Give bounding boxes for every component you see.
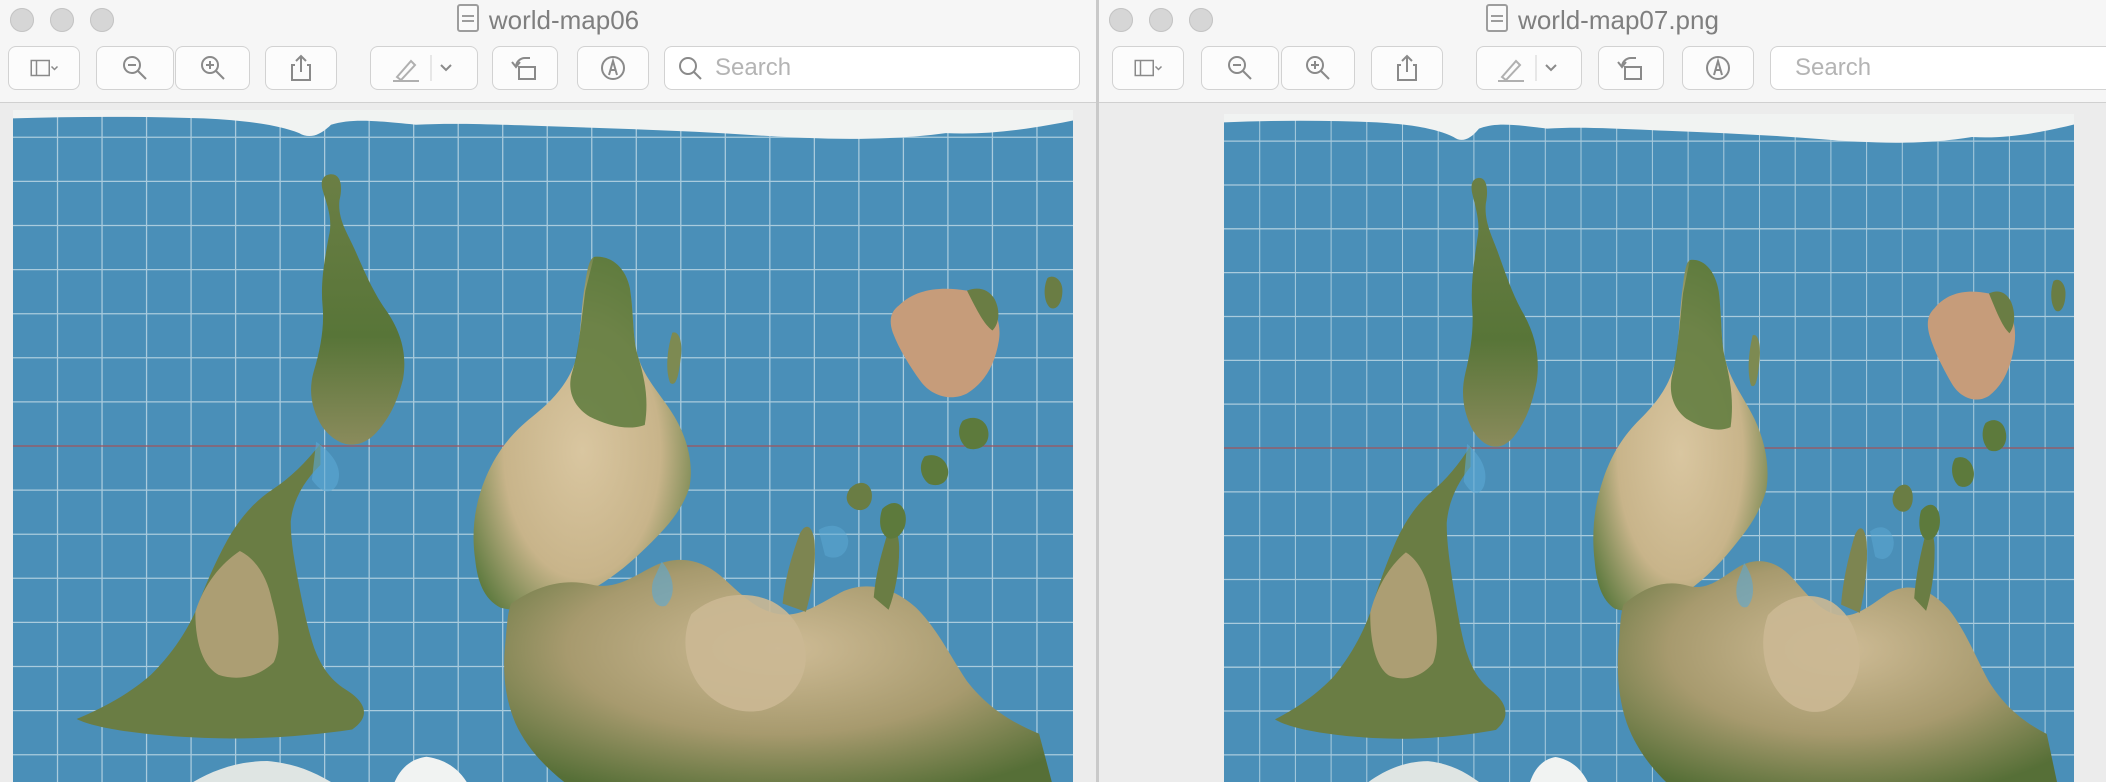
title-bar[interactable]: world-map06: [0, 0, 1096, 38]
zoom-out-icon: [123, 56, 147, 80]
zoom-out-button[interactable]: [96, 46, 174, 90]
zoom-in-icon: [200, 56, 225, 80]
search-input[interactable]: [713, 53, 1037, 83]
markup-pen-icon: [1498, 55, 1557, 82]
share-icon: [1397, 54, 1417, 81]
rotate-button[interactable]: [1598, 46, 1664, 90]
markup-button[interactable]: [1476, 46, 1582, 90]
rotate-button[interactable]: [492, 46, 558, 90]
world-map-graphic: [1224, 114, 2074, 782]
sidebar-button[interactable]: [8, 46, 80, 90]
search-field[interactable]: [1770, 46, 2106, 90]
search-field[interactable]: [664, 46, 1080, 90]
search-input[interactable]: [1793, 53, 2106, 83]
markup-pen-icon: [393, 55, 452, 82]
markup-button[interactable]: [370, 46, 478, 90]
sidebar-button[interactable]: [1112, 46, 1184, 90]
window-title-text: world-map06: [488, 5, 640, 35]
window-title: world-map06: [0, 4, 1096, 36]
toolbar: [0, 38, 1096, 103]
rotate-icon: [1617, 57, 1642, 80]
map-image: [13, 110, 1073, 782]
search-icon: [679, 57, 702, 80]
annotate-icon: [601, 56, 625, 80]
window-title: world-map07.png: [1099, 4, 2106, 36]
toolbar: [1099, 38, 2106, 103]
preview-window-left: world-map06: [0, 0, 1096, 782]
zoom-out-icon: [1228, 56, 1252, 80]
document-icon: [1486, 4, 1509, 32]
zoom-in-button[interactable]: [1281, 46, 1355, 90]
world-map-graphic: [13, 110, 1073, 782]
annotate-icon: [1706, 56, 1730, 80]
annotate-button[interactable]: [1682, 46, 1754, 90]
share-button[interactable]: [1371, 46, 1443, 90]
zoom-out-button[interactable]: [1201, 46, 1279, 90]
map-image: [1224, 114, 2074, 782]
zoom-in-icon: [1306, 56, 1330, 80]
sidebar-icon: [30, 59, 59, 77]
preview-window-right: world-map07.png: [1099, 0, 2106, 782]
document-icon: [456, 4, 479, 32]
share-button[interactable]: [265, 46, 337, 90]
document-area[interactable]: [1099, 103, 2106, 782]
share-icon: [291, 54, 311, 81]
title-bar[interactable]: world-map07.png: [1099, 0, 2106, 38]
sidebar-icon: [1134, 59, 1163, 77]
annotate-button[interactable]: [577, 46, 649, 90]
window-title-text: world-map07.png: [1518, 5, 1719, 35]
zoom-in-button[interactable]: [175, 46, 250, 90]
document-area[interactable]: [0, 103, 1096, 782]
rotate-icon: [511, 57, 536, 80]
